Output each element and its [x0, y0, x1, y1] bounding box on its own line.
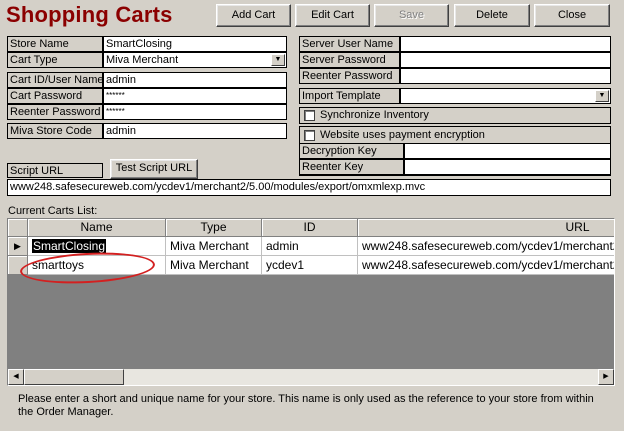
encryption-checkbox[interactable] [304, 130, 315, 141]
grid-corner [8, 219, 28, 237]
decryption-key-label: Decryption Key [299, 143, 404, 159]
cart-password-field[interactable]: ****** [103, 88, 287, 104]
import-template-select[interactable]: ▼ [400, 88, 611, 104]
delete-label: Delete [476, 9, 508, 21]
test-script-url-label: Test Script URL [115, 162, 193, 174]
cart-type-label: Cart Type [7, 52, 103, 68]
column-header-url[interactable]: URL [358, 219, 614, 237]
decryption-key-field[interactable] [404, 143, 611, 159]
script-url-field[interactable]: www248.safesecureweb.com/ycdev1/merchant… [7, 179, 611, 196]
carts-grid[interactable]: Name Type ID URL ▶ SmartClosing Miva Mer… [7, 218, 615, 386]
arrow-left-icon[interactable]: ◀ [8, 369, 24, 385]
scrollbar-thumb[interactable] [24, 369, 124, 385]
chevron-down-icon[interactable]: ▼ [595, 90, 609, 102]
carts-list-label: Current Carts List: [8, 205, 98, 217]
chevron-down-icon[interactable]: ▼ [271, 54, 285, 66]
page-title: Shopping Carts [6, 2, 173, 27]
delete-button[interactable]: Delete [454, 4, 530, 27]
close-label: Close [557, 9, 587, 21]
store-name-label: Store Name [7, 36, 103, 52]
grid-header: Name Type ID URL [8, 219, 614, 237]
save-label: Save [398, 9, 425, 21]
column-header-name[interactable]: Name [28, 219, 166, 237]
reenter-key-label: Reenter Key [299, 159, 404, 175]
reenter-password-label: Reenter Password [7, 104, 103, 120]
edit-cart-button[interactable]: Edit Cart [295, 4, 370, 27]
cell-url[interactable]: www248.safesecureweb.com/ycdev1/merchant… [358, 237, 614, 256]
add-cart-button[interactable]: Add Cart [216, 4, 291, 27]
horizontal-scrollbar[interactable]: ◀ ▶ [8, 369, 614, 385]
cart-id-label: Cart ID/User Name [7, 72, 103, 88]
encryption-label: Website uses payment encryption [320, 129, 485, 141]
sync-inventory-label: Synchronize Inventory [320, 109, 429, 121]
status-text: Please enter a short and unique name for… [18, 393, 594, 418]
test-script-url-button[interactable]: Test Script URL [110, 159, 198, 179]
script-url-label: Script URL [7, 163, 103, 178]
miva-store-code-label: Miva Store Code [7, 123, 103, 139]
sync-inventory-row: Synchronize Inventory [299, 107, 611, 124]
reenter-password-field[interactable]: ****** [103, 104, 287, 120]
reenter-key-field[interactable] [404, 159, 611, 175]
cell-id[interactable]: ycdev1 [262, 256, 358, 275]
store-name-field[interactable]: SmartClosing [103, 36, 287, 52]
cell-type[interactable]: Miva Merchant [166, 256, 262, 275]
server-password-field[interactable] [400, 52, 611, 68]
server-reenter-field[interactable] [400, 68, 611, 84]
close-button[interactable]: Close [534, 4, 610, 27]
server-user-label: Server User Name [299, 36, 400, 52]
server-password-label: Server Password [299, 52, 400, 68]
miva-store-code-field[interactable]: admin [103, 123, 287, 139]
cart-type-select[interactable]: Miva Merchant ▼ [103, 52, 287, 68]
arrow-right-icon[interactable]: ▶ [598, 369, 614, 385]
server-user-field[interactable] [400, 36, 611, 52]
cart-name: SmartClosing [32, 239, 107, 253]
cart-type-value: Miva Merchant [106, 54, 179, 66]
import-template-label: Import Template [299, 88, 400, 104]
edit-cart-label: Edit Cart [311, 9, 354, 21]
cell-type[interactable]: Miva Merchant [166, 237, 262, 256]
column-header-id[interactable]: ID [262, 219, 358, 237]
cell-url[interactable]: www248.safesecureweb.com/ycdev1/merchant… [358, 256, 614, 275]
add-cart-label: Add Cart [231, 9, 276, 21]
sync-inventory-checkbox[interactable] [304, 110, 315, 121]
server-reenter-label: Reenter Password [299, 68, 400, 84]
triangle-right-icon: ▶ [8, 237, 28, 256]
cart-id-field[interactable]: admin [103, 72, 287, 88]
save-button[interactable]: Save [374, 4, 449, 27]
cart-password-label: Cart Password [7, 88, 103, 104]
column-header-type[interactable]: Type [166, 219, 262, 237]
cell-id[interactable]: admin [262, 237, 358, 256]
